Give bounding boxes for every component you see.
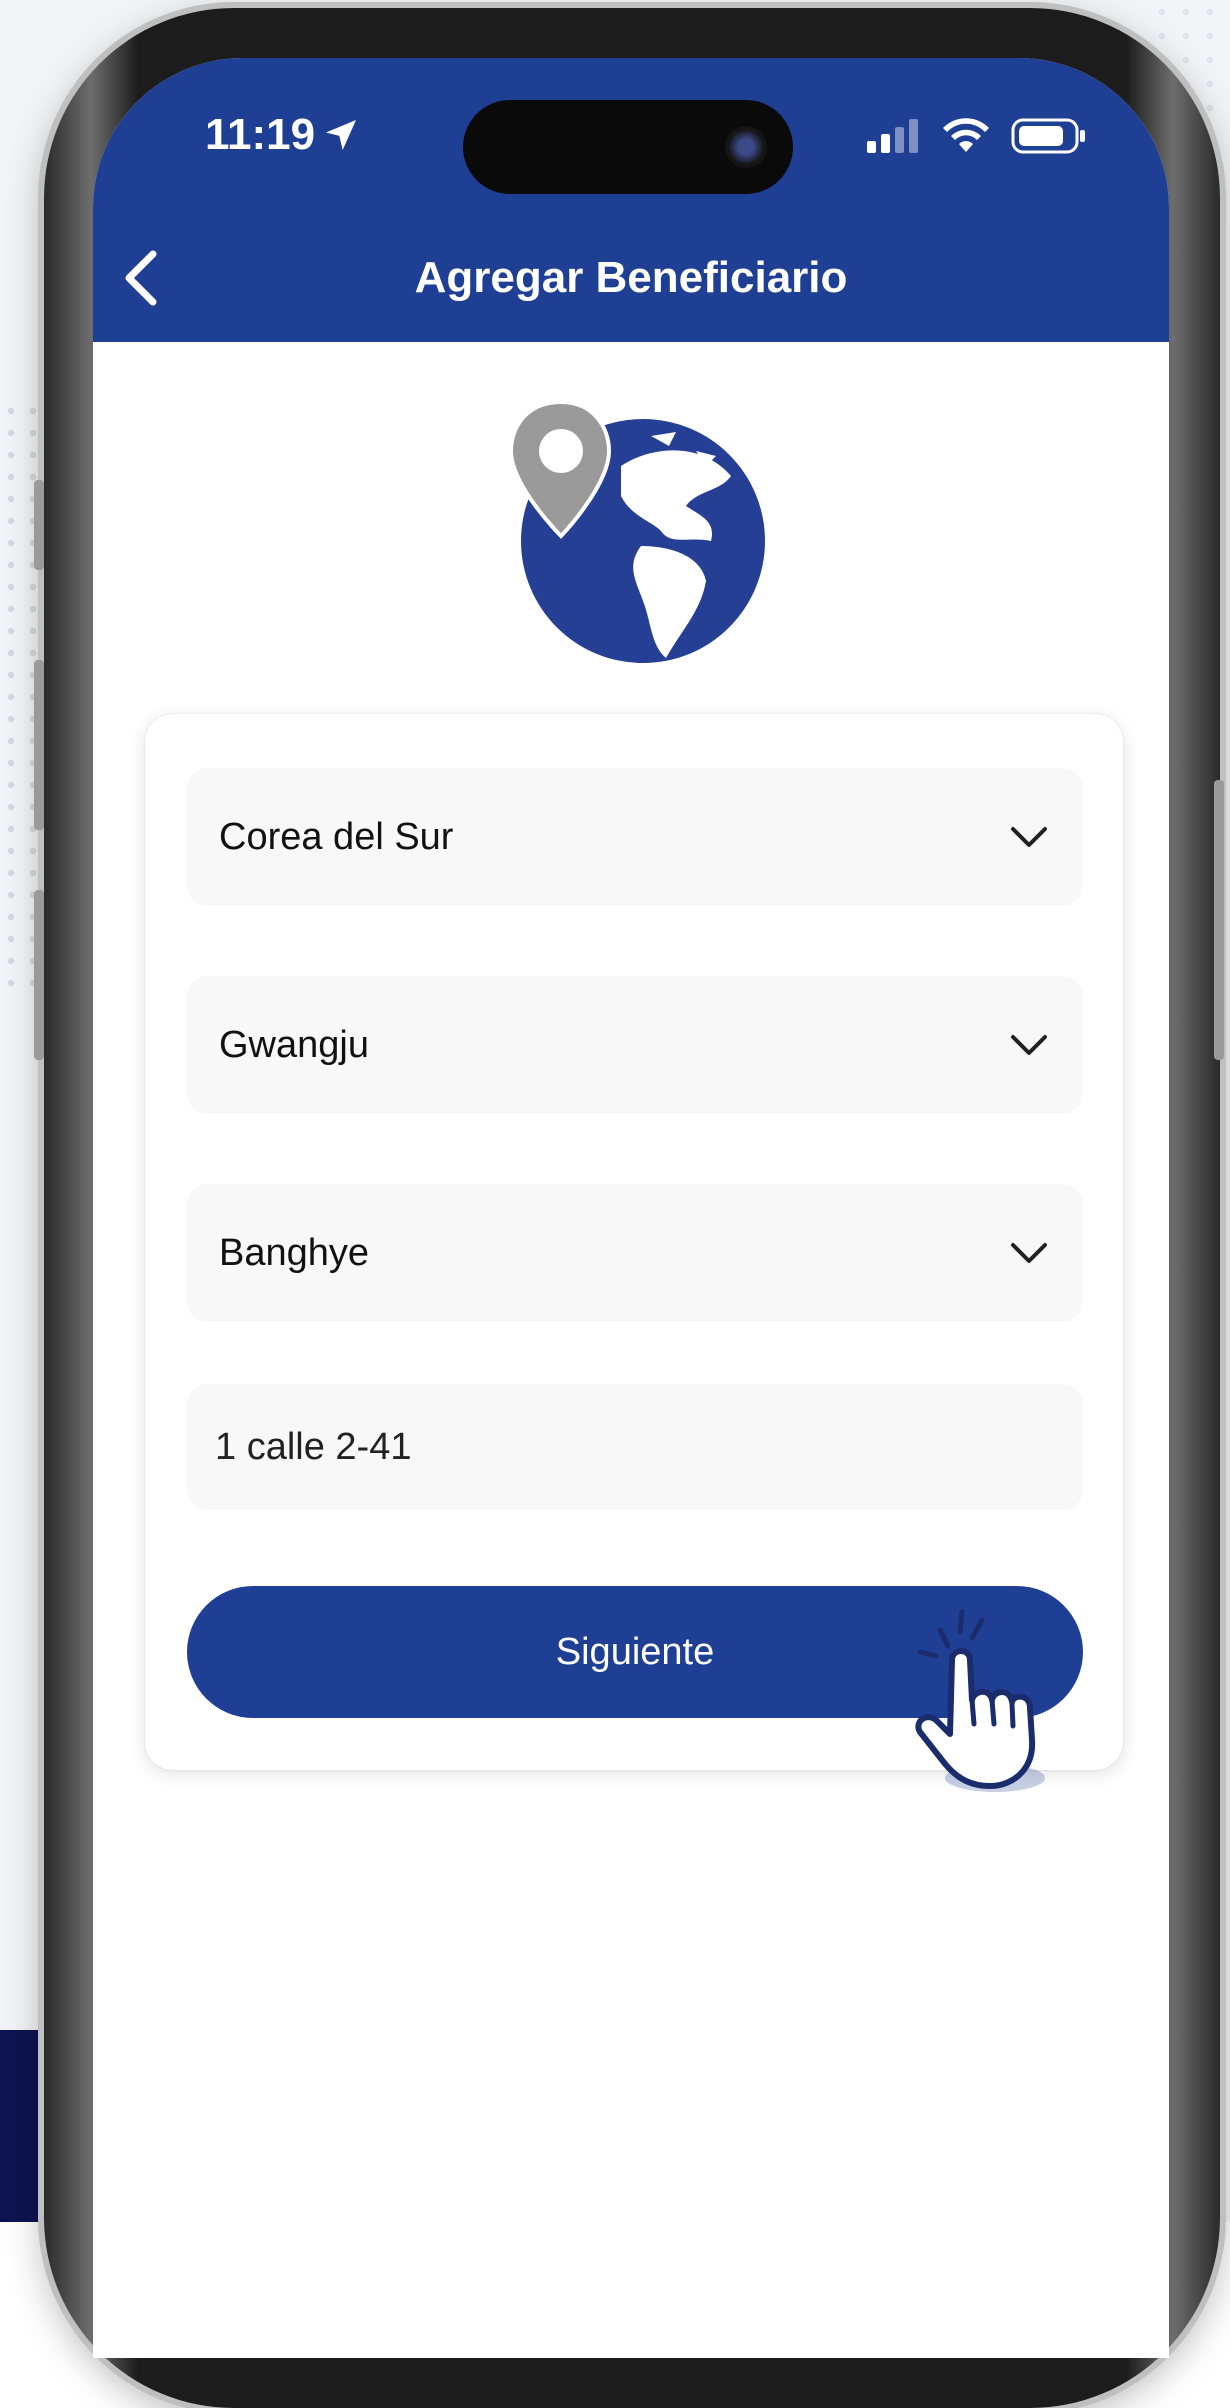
country-select-value: Corea del Sur (219, 815, 454, 858)
district-select[interactable]: Banghye (187, 1184, 1083, 1322)
app-header: 11:19 Agregar Beneficiario (93, 58, 1169, 342)
globe-location-pin-icon (508, 399, 765, 663)
globe-location-illustration (501, 396, 771, 666)
country-select[interactable]: Corea del Sur (187, 768, 1083, 906)
status-time-text: 11:19 (205, 110, 316, 159)
hand-pointer-icon (915, 1609, 1045, 1792)
phone-volume-down (34, 890, 44, 1060)
wifi-icon (943, 118, 989, 152)
battery-icon (1011, 118, 1085, 154)
phone-power-button (1214, 780, 1224, 1060)
address-form-card: Corea del Sur Gwangju Banghye 1 calle 2-… (145, 714, 1123, 1792)
cellular-signal-icon (867, 119, 918, 153)
chevron-down-icon (1011, 1243, 1047, 1263)
hand-pointer-cursor (900, 1600, 1070, 1800)
city-select-value: Gwangju (219, 1023, 369, 1066)
app-screen: 11:19 Agregar Beneficiario Corea del Sur… (93, 58, 1169, 2358)
district-select-value: Banghye (219, 1231, 370, 1274)
chevron-down-icon (1011, 1035, 1047, 1055)
address-input-value: 1 calle 2-41 (215, 1425, 412, 1468)
address-input[interactable]: 1 calle 2-41 (187, 1384, 1083, 1510)
phone-side-button (34, 480, 44, 570)
status-icons (867, 118, 1087, 154)
status-time: 11:19 (205, 110, 361, 160)
city-select[interactable]: Gwangju (187, 976, 1083, 1114)
chevron-down-icon (1011, 827, 1047, 847)
location-arrow-icon (326, 120, 357, 150)
camera-icon (725, 126, 767, 168)
phone-volume-up (34, 660, 44, 830)
dynamic-island (463, 100, 793, 194)
page-title: Agregar Beneficiario (414, 253, 848, 302)
next-button-label: Siguiente (555, 1630, 715, 1673)
